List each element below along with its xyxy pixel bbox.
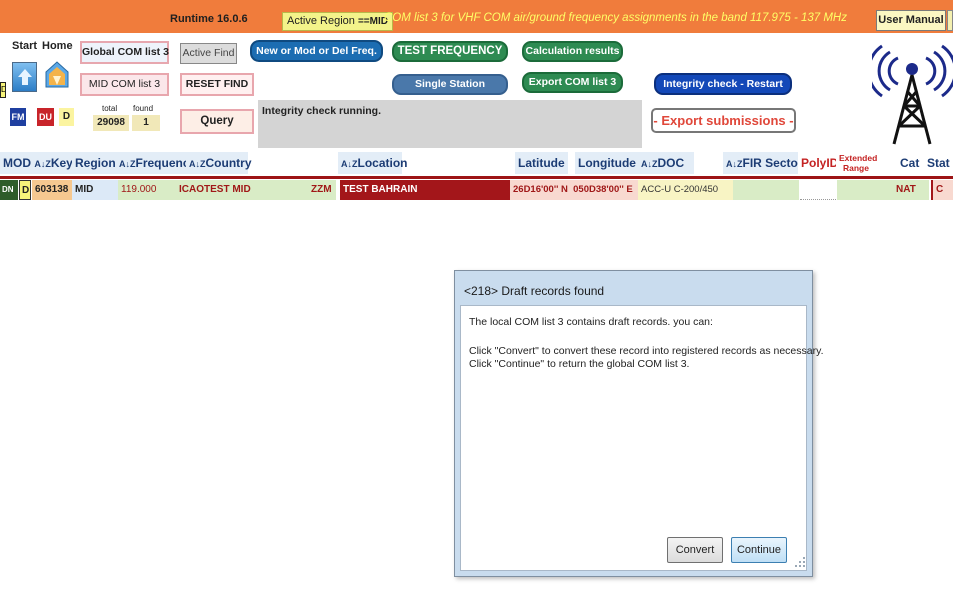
dialog-message-line3: Click "Continue" to return the global CO… bbox=[469, 358, 690, 370]
export-submissions-button[interactable]: - Export submissions - bbox=[651, 108, 796, 133]
col-stat[interactable]: Stat bbox=[924, 152, 953, 174]
export-com-list-button[interactable]: Export COM list 3 bbox=[522, 72, 623, 93]
sort-icon[interactable]: A↓Z bbox=[641, 159, 658, 169]
col-region[interactable]: Region bbox=[72, 152, 119, 174]
row-longitude: 050D38'00'' E bbox=[573, 184, 633, 195]
start-label: Start bbox=[12, 40, 38, 52]
row-region[interactable]: MID bbox=[72, 180, 118, 200]
col-longitude[interactable]: Longitude bbox=[575, 152, 639, 174]
global-com-list-button[interactable]: Global COM list 3 bbox=[80, 41, 169, 64]
sort-icon[interactable]: A↓Z bbox=[189, 159, 206, 169]
found-label: found bbox=[133, 104, 154, 113]
col-location[interactable]: A↓ZLocation bbox=[338, 152, 408, 174]
col-polyid[interactable]: PolyID bbox=[798, 152, 842, 174]
col-country[interactable]: A↓ZCountry bbox=[186, 152, 252, 174]
col-doc[interactable]: A↓ZDOC bbox=[638, 152, 694, 174]
col-cat[interactable]: Cat bbox=[897, 152, 923, 174]
row-country-code: ZZM bbox=[311, 184, 332, 195]
col-doc-label: DOC bbox=[657, 156, 685, 170]
radio-tower-icon bbox=[872, 44, 953, 145]
page-title: COM list 3 for VHF COM air/ground freque… bbox=[384, 12, 847, 24]
col-latitude[interactable]: Latitude bbox=[515, 152, 568, 174]
row-d[interactable]: D bbox=[19, 180, 31, 200]
fm-button[interactable]: FM bbox=[10, 108, 26, 126]
active-find-button[interactable]: Active Find bbox=[180, 43, 237, 64]
home-label: Home bbox=[42, 40, 73, 52]
integrity-check-restart-button[interactable]: Integrity check - Restart bbox=[654, 73, 792, 95]
topbar-edge-button[interactable] bbox=[947, 10, 953, 31]
total-count: 29098 bbox=[93, 115, 129, 131]
edge-marker: D bbox=[0, 82, 6, 98]
home-button[interactable] bbox=[43, 58, 71, 90]
row-dn[interactable]: DN bbox=[0, 180, 18, 200]
reset-find-button[interactable]: RESET FIND bbox=[180, 73, 254, 96]
row-extended-range[interactable] bbox=[837, 180, 893, 200]
sort-icon[interactable]: A↓Z bbox=[726, 159, 743, 169]
col-extended-range[interactable]: Extended Range bbox=[836, 152, 877, 174]
row-fir-sector[interactable] bbox=[733, 180, 799, 200]
integrity-status-text: Integrity check running. bbox=[262, 105, 382, 117]
total-label: total bbox=[102, 104, 118, 113]
col-mod-label: MOD bbox=[3, 156, 31, 170]
sort-icon[interactable]: A↓Z bbox=[341, 159, 358, 169]
col-fir-sector-label: FIR Sector bbox=[742, 156, 803, 170]
dialog-body: The local COM list 3 contains draft reco… bbox=[460, 305, 824, 571]
dialog-title: <218> Draft records found bbox=[464, 284, 605, 298]
up-arrow-icon bbox=[18, 69, 32, 85]
single-station-button[interactable]: Single Station bbox=[392, 74, 508, 95]
sort-icon[interactable]: A↓Z bbox=[119, 159, 136, 169]
row-location[interactable]: TEST BAHRAIN bbox=[340, 180, 510, 200]
col-key-label: Key bbox=[50, 156, 73, 170]
active-region-indicator: Active Region ==MID bbox=[282, 12, 393, 31]
draft-records-dialog: <218> Draft records found The local COM … bbox=[454, 270, 824, 577]
col-mod[interactable]: MOD A↓ZKey bbox=[0, 152, 76, 174]
calculation-results-button[interactable]: Calculation results bbox=[522, 41, 623, 62]
row-stat[interactable]: C bbox=[931, 180, 953, 200]
runtime-label: Runtime 16.0.6 bbox=[170, 13, 248, 25]
du-button[interactable]: DU bbox=[37, 108, 54, 126]
test-frequency-button[interactable]: TEST FREQUENCY bbox=[392, 41, 508, 62]
row-doc[interactable]: ACC-U C-200/450 bbox=[638, 180, 733, 200]
col-location-label: Location bbox=[357, 156, 408, 170]
d-button[interactable]: D bbox=[59, 108, 74, 126]
dialog-message-line1: The local COM list 3 contains draft reco… bbox=[469, 316, 713, 328]
user-manual-button[interactable]: User Manual bbox=[876, 10, 946, 31]
col-country-label: Country bbox=[205, 156, 252, 170]
row-frequency[interactable]: 119.000 bbox=[118, 180, 176, 200]
new-mod-del-freq-button[interactable]: New or Mod or Del Freq. bbox=[250, 40, 383, 62]
start-button[interactable] bbox=[12, 62, 37, 92]
integrity-status-box: Integrity check running. bbox=[258, 100, 642, 153]
home-icon bbox=[45, 61, 69, 88]
active-region-label: Active Region bbox=[287, 15, 355, 27]
row-latitude: 26D16'00'' N bbox=[513, 184, 568, 195]
row-polyid[interactable] bbox=[800, 180, 836, 200]
dialog-message-line2: Click "Convert" to convert these record … bbox=[469, 345, 824, 357]
mid-com-list-button[interactable]: MID COM list 3 bbox=[80, 73, 169, 96]
row-cat[interactable]: NAT bbox=[893, 180, 929, 200]
continue-button[interactable]: Continue bbox=[731, 537, 787, 563]
row-key[interactable]: 603138 bbox=[32, 180, 72, 200]
sort-icon[interactable]: A↓Z bbox=[34, 159, 51, 169]
row-coordinates[interactable]: 26D16'00'' N 050D38'00'' E bbox=[510, 180, 638, 200]
resize-grip-icon[interactable] bbox=[794, 556, 806, 568]
found-count: 1 bbox=[132, 115, 160, 131]
convert-button[interactable]: Convert bbox=[667, 537, 723, 563]
query-button[interactable]: Query bbox=[180, 109, 254, 134]
col-fir-sector[interactable]: A↓ZFIR Sector bbox=[723, 152, 806, 174]
